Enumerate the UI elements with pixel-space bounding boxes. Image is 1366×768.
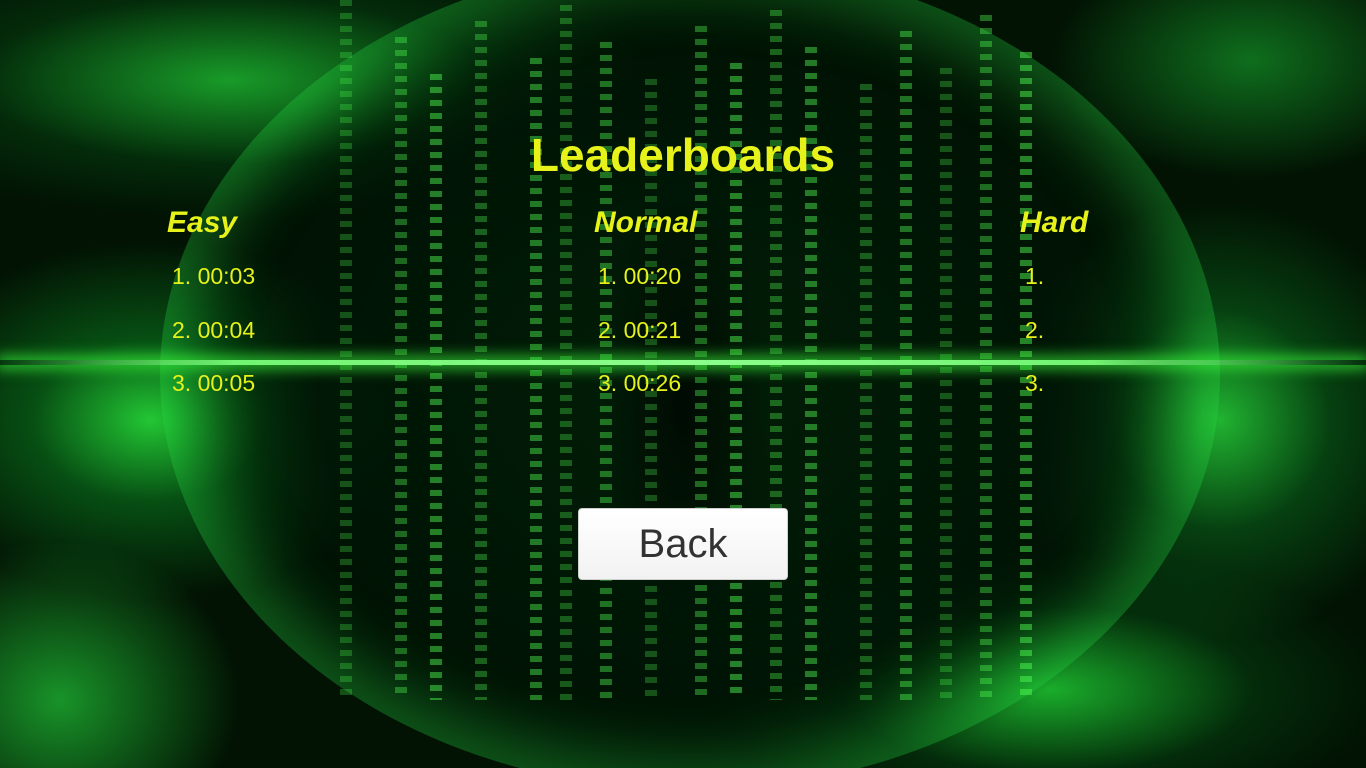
back-button[interactable]: Back	[578, 508, 788, 580]
easy-entry-3: 3. 00:05	[172, 370, 256, 396]
column-heading-easy: Easy	[167, 206, 238, 239]
tunnel-background	[160, 0, 1220, 768]
code-rain-column	[340, 0, 352, 700]
normal-entry-3: 3. 00:26	[598, 370, 682, 396]
normal-entry-1: 1. 00:20	[598, 263, 682, 289]
column-heading-normal: Normal	[594, 206, 698, 239]
column-heading-hard: Hard	[1020, 206, 1089, 239]
easy-entry-1: 1. 00:03	[172, 263, 256, 289]
code-rain-column	[770, 10, 782, 700]
hard-entry-1: 1.	[1025, 263, 1045, 289]
leaderboard-screen: Leaderboards Easy 1. 00:03 2. 00:04 3. 0…	[0, 0, 1366, 768]
code-rain-column	[980, 15, 992, 700]
page-title: Leaderboards	[530, 129, 836, 181]
normal-entry-2: 2. 00:21	[598, 317, 682, 343]
horizon-glow-line	[0, 360, 1366, 365]
code-rain-column	[560, 5, 572, 700]
easy-entry-2: 2. 00:04	[172, 317, 256, 343]
hard-entry-3: 3.	[1025, 370, 1045, 396]
code-rain-background	[300, 0, 1060, 700]
hard-entry-2: 2.	[1025, 317, 1045, 343]
